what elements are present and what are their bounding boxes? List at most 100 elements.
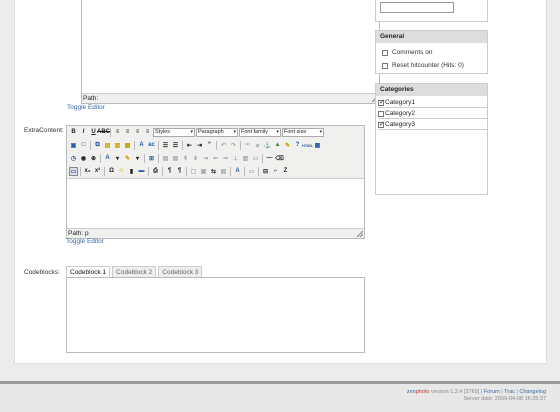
toggle-editor-link[interactable]: Toggle Editor	[67, 104, 105, 111]
col-after-icon[interactable]: ⇒	[221, 154, 230, 163]
replace-icon[interactable]: ac	[147, 141, 156, 150]
image-icon[interactable]: ▲	[273, 141, 282, 150]
delete-col-icon[interactable]: ⊥	[231, 154, 240, 163]
unlink-icon[interactable]: ⌀	[253, 141, 262, 150]
category3-checkbox[interactable]	[378, 120, 385, 128]
zoom-icon[interactable]: ⊕	[89, 154, 98, 163]
blockquote-icon[interactable]: “	[205, 141, 214, 150]
save-icon[interactable]: ▣	[69, 141, 78, 150]
row-after-icon[interactable]: ⇟	[191, 154, 200, 163]
strikethrough-icon[interactable]: ABC	[97, 128, 110, 137]
paste-word-icon[interactable]: ▦	[123, 141, 132, 150]
path-value[interactable]: p	[85, 230, 89, 237]
align-justify-icon[interactable]: ≡	[143, 128, 152, 137]
changelog-link[interactable]: Changelog	[519, 389, 546, 395]
category-row[interactable]: Category2	[378, 109, 487, 119]
delete-row-icon[interactable]: ⇥	[201, 154, 210, 163]
highlight-dropdown-icon[interactable]: ▾	[133, 154, 142, 163]
help-icon[interactable]: ?	[293, 141, 302, 150]
special-char-icon[interactable]: Ω	[107, 167, 116, 176]
preview-icon[interactable]: ◉	[79, 154, 88, 163]
insert-date-icon[interactable]: ▦	[313, 141, 322, 150]
horizontal-rule-icon[interactable]: —	[265, 154, 274, 163]
col-before-icon[interactable]: ⇐	[211, 154, 220, 163]
visual-aid-icon[interactable]: ▭	[69, 166, 78, 176]
rtl-icon[interactable]: ¶	[175, 167, 184, 176]
comments-on-row[interactable]: Comments on	[382, 49, 432, 56]
trac-link[interactable]: Trac	[504, 389, 515, 395]
zen-icon[interactable]: Z	[281, 167, 290, 176]
text-color-dropdown-icon[interactable]: ▾	[113, 154, 122, 163]
text-color-icon[interactable]: A	[103, 154, 112, 163]
link-icon[interactable]: ∞	[243, 141, 252, 150]
merge-cells-icon[interactable]: ▭	[251, 154, 260, 163]
category1-checkbox[interactable]	[378, 98, 385, 106]
insert-layer-icon[interactable]: ▢	[189, 167, 198, 176]
zenphoto-logo[interactable]: zenphoto	[407, 389, 430, 395]
separator	[110, 127, 111, 137]
tab-codeblock-2[interactable]: Codeblock 2	[112, 266, 157, 277]
move-backward-icon[interactable]: ⇆	[209, 167, 218, 176]
extracontent-editor[interactable]: B I U ABC ≡ ≡ ≡ ≡ Styles Paragraph Font …	[66, 125, 365, 239]
reset-hitcounter-checkbox[interactable]	[382, 62, 388, 69]
comments-on-checkbox[interactable]	[382, 49, 388, 56]
italic-icon[interactable]: I	[79, 128, 88, 137]
category2-checkbox[interactable]	[378, 110, 384, 117]
superscript-icon[interactable]: x²	[93, 167, 102, 176]
table-icon[interactable]: ⊞	[147, 154, 156, 163]
redo-icon[interactable]: ↷	[229, 141, 238, 150]
copy-icon[interactable]: ⧉	[93, 141, 102, 150]
find-icon[interactable]: A	[137, 141, 146, 150]
paste-icon[interactable]: ▤	[103, 141, 112, 150]
reset-hitcounter-row[interactable]: Reset hitcounter (Hits: 0)	[382, 62, 464, 69]
tab-codeblock-3[interactable]: Codeblock 3	[158, 266, 203, 277]
row-before-icon[interactable]: ⇞	[181, 154, 190, 163]
styleprops-icon[interactable]: A	[233, 167, 242, 176]
undo-icon[interactable]: ↶	[219, 141, 228, 150]
forum-link[interactable]: Forum	[484, 389, 500, 395]
cite-icon[interactable]: ▭	[247, 167, 256, 176]
indent-icon[interactable]: ⇥	[195, 141, 204, 150]
remove-format-icon[interactable]: ⌫	[275, 154, 284, 163]
subscript-icon[interactable]: x₂	[83, 167, 92, 176]
paste-text-icon[interactable]: ▥	[113, 141, 122, 150]
align-right-icon[interactable]: ≡	[133, 128, 142, 137]
align-left-icon[interactable]: ≡	[113, 128, 122, 137]
date-input[interactable]	[380, 2, 454, 13]
advhr-icon[interactable]: ▬	[137, 167, 146, 176]
highlight-color-icon[interactable]: ✎	[123, 154, 132, 163]
tab-codeblock-1[interactable]: Codeblock 1	[66, 266, 111, 277]
align-center-icon[interactable]: ≡	[123, 128, 132, 137]
bullet-list-icon[interactable]: ☰	[161, 141, 170, 150]
row-props-icon[interactable]: ▤	[161, 154, 170, 163]
nonbreaking-icon[interactable]: ⌐	[271, 167, 280, 176]
font-size-select[interactable]: Font size	[282, 127, 324, 137]
category-row[interactable]: Category1	[378, 98, 487, 108]
category-row[interactable]: Category3	[378, 120, 487, 130]
emoticon-icon[interactable]: ☺	[117, 167, 126, 176]
font-family-select[interactable]: Font family	[239, 127, 281, 137]
media-icon[interactable]: ▮	[127, 167, 136, 176]
cell-props-icon[interactable]: ▤	[171, 154, 180, 163]
resize-grip-icon[interactable]	[357, 231, 363, 237]
html-source-icon[interactable]: HTML	[302, 141, 313, 150]
styles-select[interactable]: Styles	[153, 127, 195, 137]
codeblock-textarea[interactable]	[66, 277, 365, 353]
bold-icon[interactable]: B	[69, 128, 78, 137]
print-icon[interactable]: ⎙	[151, 167, 160, 176]
new-document-icon[interactable]: □	[79, 141, 88, 150]
toggle-editor-link[interactable]: Toggle Editor	[66, 238, 104, 245]
pagebreak-icon[interactable]: ⊟	[261, 167, 270, 176]
insert-time-icon[interactable]: ◷	[69, 154, 78, 163]
ltr-icon[interactable]: ¶	[165, 167, 174, 176]
numbered-list-icon[interactable]: ☰	[171, 141, 180, 150]
general-title: General	[376, 31, 487, 43]
move-forward-icon[interactable]: ▣	[199, 167, 208, 176]
outdent-icon[interactable]: ⇤	[185, 141, 194, 150]
content-editor[interactable]: Path:	[81, 0, 380, 104]
absolute-icon[interactable]: ▤	[219, 167, 228, 176]
split-cells-icon[interactable]: ▥	[241, 154, 250, 163]
anchor-icon[interactable]: ⚓	[263, 141, 272, 150]
cleanup-icon[interactable]: ✎	[283, 141, 292, 150]
paragraph-select[interactable]: Paragraph	[196, 127, 238, 137]
